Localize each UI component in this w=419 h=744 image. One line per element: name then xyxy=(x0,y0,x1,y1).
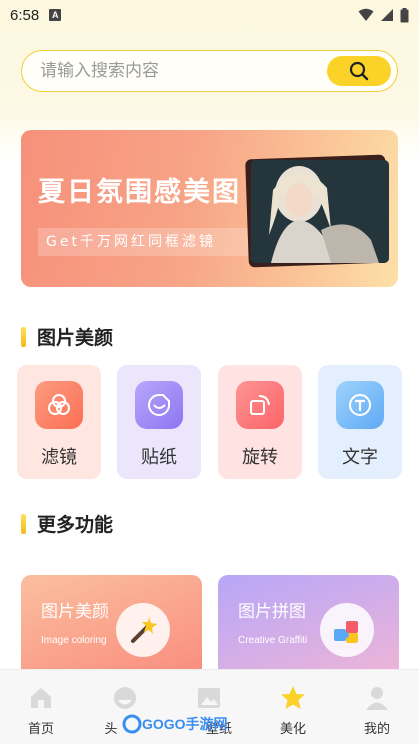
banner-photo xyxy=(251,160,389,263)
tool-filter[interactable]: 滤镜 xyxy=(17,365,101,479)
nav-avatar-label: 头 xyxy=(104,722,118,737)
nav-beautify-label: 美化 xyxy=(279,722,306,737)
section-title-beauty: 图片美颜 xyxy=(21,323,113,350)
tool-text-label: 文字 xyxy=(342,447,378,468)
tool-rotate[interactable]: 旋转 xyxy=(218,365,302,479)
wallpaper-icon xyxy=(195,684,223,712)
section-beauty-label: 图片美颜 xyxy=(37,327,114,349)
nav-beautify[interactable]: 美化 xyxy=(258,670,328,744)
search-icon xyxy=(349,61,369,81)
section-marker xyxy=(21,513,26,534)
text-icon xyxy=(336,381,384,429)
section-marker xyxy=(21,326,26,347)
feature-puzzle-title: 图片拼图 xyxy=(238,602,306,622)
star-icon xyxy=(279,684,307,712)
signal-icon xyxy=(381,9,393,21)
status-icons xyxy=(358,7,409,23)
tool-filter-label: 滤镜 xyxy=(41,447,77,468)
status-time: 6:58 xyxy=(10,6,40,24)
feature-beauty-subtitle: Image coloring xyxy=(41,635,107,646)
watermark-icon xyxy=(122,714,142,734)
search-button[interactable] xyxy=(327,56,391,86)
section-title-more: 更多功能 xyxy=(21,510,113,537)
section-more-label: 更多功能 xyxy=(37,514,114,536)
nav-home[interactable]: 首页 xyxy=(6,670,76,744)
tool-sticker[interactable]: 贴纸 xyxy=(117,365,201,479)
banner-subtitle: Get千万网红同框滤镜 xyxy=(38,228,248,256)
banner-title: 夏日氛围感美图 xyxy=(38,177,241,208)
rotate-icon xyxy=(236,381,284,429)
search-bar[interactable] xyxy=(21,50,398,92)
battery-icon xyxy=(400,7,409,22)
sticker-icon xyxy=(135,381,183,429)
status-bar: 6:58 A xyxy=(0,0,419,30)
nav-profile[interactable]: 我的 xyxy=(342,670,412,744)
tool-sticker-label: 贴纸 xyxy=(141,447,177,468)
feature-beauty-title: 图片美颜 xyxy=(41,602,109,622)
nav-home-label: 首页 xyxy=(27,722,54,737)
wifi-icon xyxy=(358,8,374,21)
profile-icon xyxy=(363,684,391,712)
search-input[interactable] xyxy=(40,61,320,81)
watermark-text: GOGO手游网 xyxy=(142,716,228,732)
magic-wand-icon xyxy=(116,603,170,657)
feature-puzzle-subtitle: Creative Graffiti xyxy=(238,635,308,646)
nav-profile-label: 我的 xyxy=(363,722,390,737)
tool-text[interactable]: 文字 xyxy=(318,365,402,479)
tool-rotate-label: 旋转 xyxy=(242,447,278,468)
promo-banner[interactable]: 夏日氛围感美图 Get千万网红同框滤镜 xyxy=(21,130,398,287)
puzzle-icon xyxy=(320,603,374,657)
filter-icon xyxy=(35,381,83,429)
avatar-icon xyxy=(111,684,139,712)
home-icon xyxy=(27,684,55,712)
notification-icon: A xyxy=(49,9,62,21)
watermark-logo: GOGO手游网 xyxy=(122,713,228,735)
